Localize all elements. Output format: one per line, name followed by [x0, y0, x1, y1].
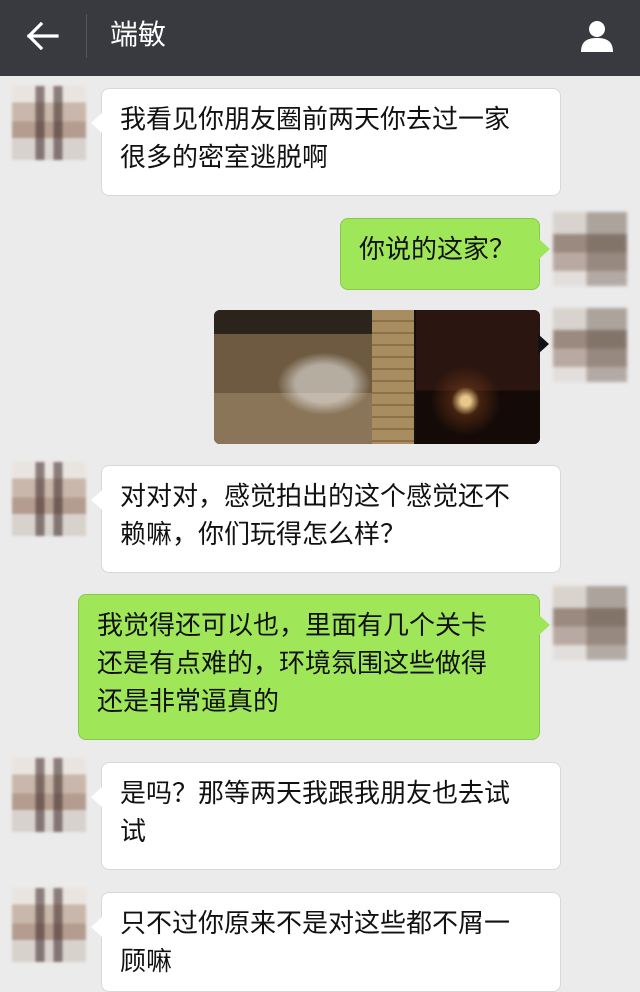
message-text: 还是非常逼真的: [97, 687, 280, 717]
image-bubble-tail: [538, 334, 549, 354]
message-text: 我看见你朋友圈前两天你去过一家: [120, 105, 511, 135]
message-bubble-incoming: 对对对，感觉拍出的这个感觉还不 赖嘛，你们玩得怎么样？: [91, 465, 561, 573]
my-avatar[interactable]: [553, 212, 627, 286]
arrow-left-icon: [27, 22, 59, 50]
message-bubble-incoming: 是吗？那等两天我跟我朋友也去试 试: [91, 762, 561, 870]
message-text: 试: [120, 817, 147, 847]
message-text: 顾嘛: [120, 947, 173, 977]
contact-avatar[interactable]: [12, 462, 86, 536]
message-bubble-incoming: 我看见你朋友圈前两天你去过一家 很多的密室逃脱啊: [91, 88, 561, 196]
contact-avatar[interactable]: [12, 888, 86, 962]
contact-avatar[interactable]: [12, 86, 86, 160]
message-text: 是吗？那等两天我跟我朋友也去试: [120, 779, 511, 809]
escape-room-photo-1-wall: [372, 310, 414, 444]
my-avatar[interactable]: [553, 586, 627, 660]
user-profile-icon: [581, 21, 613, 52]
message-text: 只不过你原来不是对这些都不屑一: [120, 909, 511, 939]
escape-room-photo-2: [416, 310, 540, 444]
message-text: 我觉得还可以也，里面有几个关卡: [97, 611, 488, 641]
message-bubble-outgoing: 我觉得还可以也，里面有几个关卡 还是有点难的，环境氛围这些做得 还是非常逼真的: [78, 594, 550, 740]
message-image[interactable]: [214, 310, 540, 444]
back-button[interactable]: [22, 16, 64, 56]
chat-header: 端敏: [0, 0, 640, 76]
chat-title: 端敏: [110, 18, 167, 51]
message-bubble-incoming: 只不过你原来不是对这些都不屑一 顾嘛: [91, 892, 561, 992]
my-avatar[interactable]: [553, 308, 627, 382]
message-bubble-outgoing: 你说的这家？: [340, 218, 550, 290]
message-text: 很多的密室逃脱啊: [120, 143, 329, 173]
profile-button[interactable]: [576, 14, 618, 58]
message-text: 你说的这家？: [359, 235, 516, 265]
message-text: 还是有点难的，环境氛围这些做得: [97, 649, 488, 679]
header-divider: [86, 14, 87, 58]
message-text: 对对对，感觉拍出的这个感觉还不: [120, 482, 511, 512]
message-text: 赖嘛，你们玩得怎么样？: [120, 520, 407, 550]
contact-avatar[interactable]: [12, 758, 86, 832]
